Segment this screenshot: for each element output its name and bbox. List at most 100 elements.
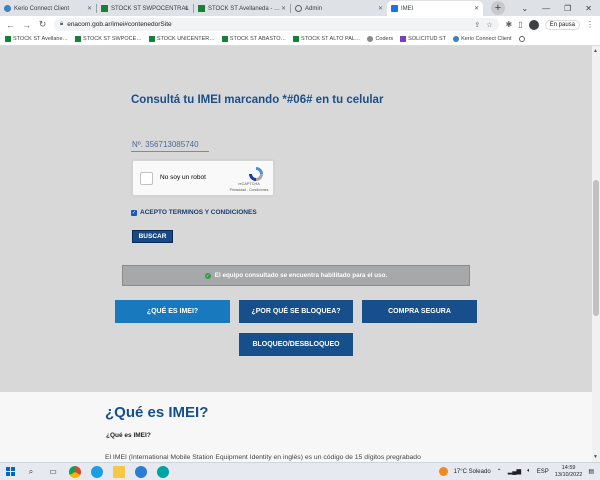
- terms-checkbox[interactable]: ✓: [131, 209, 137, 216]
- bookmark-label: Kerio Connect Client: [461, 36, 512, 42]
- lock-icon[interactable]: 🔒︎: [60, 21, 63, 28]
- chrome-icon[interactable]: [69, 465, 81, 478]
- bookmark-item[interactable]: STOCK UNICENTER…: [148, 36, 215, 42]
- plus-icon: +: [494, 2, 502, 14]
- imei-input[interactable]: [131, 138, 209, 152]
- sheets-icon: [293, 36, 300, 42]
- tab-imei[interactable]: IMEI ✕: [387, 1, 483, 16]
- tray-chevron-icon[interactable]: ⌃: [497, 468, 502, 475]
- scroll-up-icon[interactable]: ▲: [593, 48, 598, 54]
- bookmark-item[interactable]: STOCK ST SWPOCE…: [75, 36, 142, 42]
- close-icon[interactable]: ✕: [281, 5, 286, 12]
- network-icon[interactable]: ▂▄▆: [508, 468, 521, 475]
- menu-icon[interactable]: ⋮: [586, 20, 594, 29]
- page-title: Consultá tu IMEI marcando *#06# en tu ce…: [131, 94, 384, 106]
- terms-label: ACEPTO TERMINOS Y CONDICIONES: [140, 209, 257, 216]
- browser-toolbar: ← → ↻ 🔒︎ enacom.gob.ar/imei#contenedorSi…: [0, 16, 600, 33]
- bookmark-label: STOCK ST ALTO PAL…: [301, 36, 361, 42]
- sheets-icon: [221, 36, 228, 42]
- scrollbar-thumb[interactable]: [593, 180, 599, 316]
- bookmark-item[interactable]: Coders: [367, 36, 393, 42]
- bookmark-item[interactable]: [518, 36, 525, 42]
- tab-kerio[interactable]: Kerio Connect Client ✕: [0, 1, 96, 16]
- tab-admin[interactable]: Admin ✕: [291, 1, 387, 16]
- bookmark-item[interactable]: STOCK ST ABASTO…: [221, 36, 286, 42]
- omnibox-actions: ⇪ ☆: [474, 21, 492, 29]
- app-icon[interactable]: [157, 465, 169, 478]
- bookmark-item[interactable]: SOLICITUD ST: [400, 36, 446, 42]
- status-banner: ✓ El equipo consultado se encuentra habi…: [122, 265, 470, 286]
- notifications-icon[interactable]: ▤: [588, 468, 594, 475]
- system-tray: 17°C Soleado ⌃ ▂▄▆ 🔈︎ ESP 14:59 13/10/20…: [438, 465, 594, 479]
- edge-icon[interactable]: [91, 465, 103, 478]
- check-circle-icon: ✓: [204, 272, 211, 279]
- que-es-imei-button[interactable]: ¿QUÉ ES IMEI?: [115, 300, 230, 323]
- tab-stock-avellaneda[interactable]: STOCK ST Avellaneda - … ✕: [194, 1, 290, 16]
- weather-icon[interactable]: [438, 467, 448, 476]
- status-message: El equipo consultado se encuentra habili…: [214, 272, 388, 279]
- language-indicator[interactable]: ESP: [537, 469, 549, 475]
- bloqueo-desbloqueo-button[interactable]: BLOQUEO/DESBLOQUEO: [239, 333, 353, 356]
- recaptcha-checkbox[interactable]: [140, 172, 153, 185]
- weather-text[interactable]: 17°C Soleado: [454, 469, 491, 475]
- chevron-down-icon[interactable]: ⌄: [521, 4, 528, 13]
- avatar[interactable]: [528, 19, 539, 30]
- close-window-icon[interactable]: ✕: [585, 4, 592, 13]
- por-que-se-bloquea-button[interactable]: ¿POR QUÉ SE BLOQUEA?: [239, 300, 353, 323]
- new-tab-button[interactable]: +: [491, 1, 505, 15]
- window-controls: ⌄ — ❐ ✕: [521, 0, 600, 16]
- bookmark-label: SOLICITUD ST: [408, 36, 447, 42]
- bookmark-label: STOCK ST Avellane…: [13, 36, 69, 42]
- maximize-icon[interactable]: ❐: [564, 4, 571, 13]
- clock-time: 14:59: [561, 464, 576, 471]
- tab-stock-swpocentral[interactable]: STOCK ST SWPOCENTRAL ✕: [97, 1, 193, 16]
- minimize-icon[interactable]: —: [542, 4, 550, 13]
- volume-icon[interactable]: 🔈︎: [527, 468, 531, 475]
- recaptcha-brand: reCAPTCHA: [238, 182, 260, 186]
- compra-segura-button[interactable]: COMPRA SEGURA: [362, 300, 477, 323]
- back-icon[interactable]: ←: [6, 20, 15, 30]
- forms-icon: [400, 36, 407, 42]
- clock-date: 13/10/2022: [554, 471, 583, 478]
- bookmark-item[interactable]: Kerio Connect Client: [453, 36, 512, 42]
- bookmark-item[interactable]: STOCK ST ALTO PAL…: [293, 36, 360, 42]
- bookmark-label: STOCK UNICENTER…: [156, 36, 215, 42]
- toolbar-icons: ✱ ▯ En pausa ⋮: [506, 19, 594, 30]
- folder-icon[interactable]: [113, 465, 125, 478]
- close-icon[interactable]: ✕: [87, 5, 92, 12]
- address-bar[interactable]: 🔒︎ enacom.gob.ar/imei#contenedorSite ⇪ ☆: [54, 18, 499, 31]
- app-icon[interactable]: [135, 465, 147, 478]
- section-title: ¿Qué es IMEI?: [105, 404, 209, 421]
- sheets-icon: [75, 36, 82, 42]
- close-icon[interactable]: ✕: [378, 5, 383, 12]
- extensions-icon[interactable]: ✱: [506, 20, 513, 29]
- sheets-icon: [198, 5, 205, 12]
- forward-icon[interactable]: →: [22, 20, 31, 30]
- tab-title: IMEI: [401, 5, 414, 12]
- profile-status[interactable]: En pausa: [544, 19, 580, 30]
- bookmark-label: Coders: [375, 36, 394, 42]
- url-text: enacom.gob.ar/imei#contenedorSite: [67, 21, 172, 28]
- enacom-icon: [391, 5, 398, 12]
- sidepanel-icon[interactable]: ▯: [518, 20, 522, 29]
- close-icon[interactable]: ✕: [474, 5, 479, 12]
- recaptcha-terms-link[interactable]: Privacidad - Condiciones: [229, 188, 269, 192]
- bookmark-item[interactable]: STOCK ST Avellane…: [5, 36, 68, 42]
- star-icon[interactable]: ☆: [486, 21, 492, 29]
- scroll-down-icon[interactable]: ▼: [593, 454, 598, 460]
- recaptcha-widget: No soy un robot reCAPTCHA Privacidad - C…: [132, 160, 274, 196]
- search-button[interactable]: BUSCAR: [132, 230, 173, 243]
- bookmarks-bar: STOCK ST Avellane… STOCK ST SWPOCE… STOC…: [0, 33, 600, 46]
- section-subtitle: ¿Qué es IMEI?: [106, 432, 151, 439]
- clock[interactable]: 14:59 13/10/2022: [555, 465, 583, 479]
- terms-row: ✓ ACEPTO TERMINOS Y CONDICIONES: [131, 209, 257, 216]
- search-icon[interactable]: ⌕: [25, 466, 37, 478]
- page-scrollbar[interactable]: ▲ ▼: [592, 46, 600, 462]
- share-icon[interactable]: ⇪: [474, 21, 480, 29]
- windows-start-icon[interactable]: [6, 467, 15, 476]
- sheets-icon: [101, 5, 108, 12]
- close-icon[interactable]: ✕: [184, 5, 189, 12]
- kerio-icon: [4, 5, 11, 12]
- reload-icon[interactable]: ↻: [38, 19, 47, 30]
- task-view-icon[interactable]: ▭: [47, 466, 59, 478]
